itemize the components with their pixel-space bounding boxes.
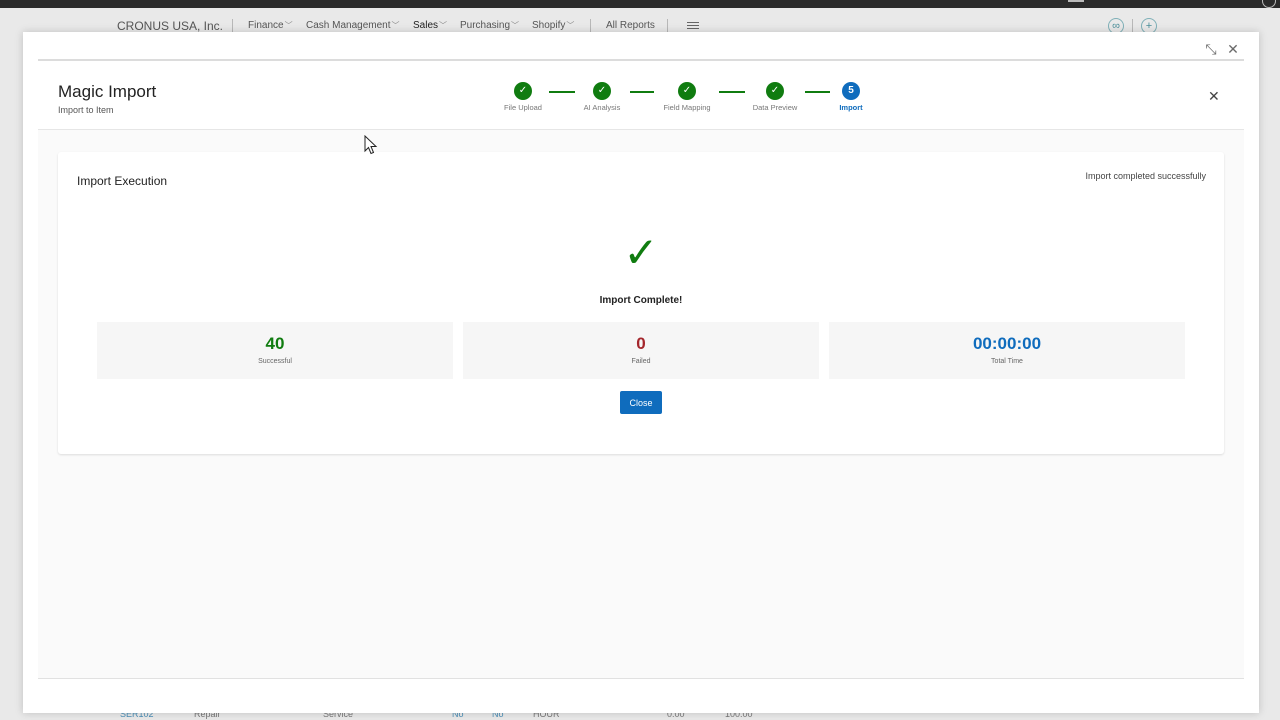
company-name[interactable]: CRONUS USA, Inc. <box>117 19 223 33</box>
nav-item-purchasing[interactable]: Purchasing﹀ <box>460 20 519 31</box>
nav-item-all-reports[interactable]: All Reports <box>606 20 655 31</box>
check-icon: ✓ <box>678 82 696 100</box>
stat-total-time: 00:00:00 Total Time <box>829 322 1185 379</box>
wizard-header: Magic Import Import to Item ✓ File Uploa… <box>38 62 1244 130</box>
card-title: Import Execution <box>77 174 168 188</box>
help-icon[interactable] <box>1262 0 1276 8</box>
hamburger-menu-icon[interactable] <box>687 20 699 31</box>
step-file-upload[interactable]: ✓ File Upload <box>478 82 568 112</box>
successful-label: Successful <box>258 358 292 365</box>
success-check-icon: ✓ <box>623 228 659 277</box>
step-number: 5 <box>842 82 860 100</box>
check-icon: ✓ <box>514 82 532 100</box>
stat-failed: 0 Failed <box>463 322 819 379</box>
dialog-content: Magic Import Import to Item ✓ File Uploa… <box>38 62 1244 678</box>
nav-item-sales[interactable]: Sales﹀ <box>413 20 447 31</box>
magic-import-dialog: ⤡ ✕ Magic Import Import to Item ✓ File U… <box>23 32 1259 713</box>
check-icon: ✓ <box>766 82 784 100</box>
mouse-cursor-icon <box>364 135 378 155</box>
status-text: Import completed successfully <box>1085 171 1206 181</box>
nav-item-shopify[interactable]: Shopify﹀ <box>532 20 574 31</box>
step-import[interactable]: 5 Import <box>806 82 896 112</box>
step-label: File Upload <box>504 103 542 112</box>
nav-item-finance[interactable]: Finance﹀ <box>248 20 293 31</box>
system-bar-mark <box>1068 0 1084 2</box>
close-button[interactable]: Close <box>620 391 662 414</box>
import-complete-heading: Import Complete! <box>599 295 683 306</box>
dialog-header-divider <box>38 59 1244 61</box>
failed-count: 0 <box>636 334 646 353</box>
collapse-icon[interactable]: ⤡ <box>1204 42 1218 56</box>
page-title: Magic Import <box>58 82 157 101</box>
chevron-down-icon: ﹀ <box>391 21 400 30</box>
chevron-down-icon: ﹀ <box>284 21 293 30</box>
stat-successful: 40 Successful <box>97 322 453 379</box>
step-field-mapping[interactable]: ✓ Field Mapping <box>642 82 732 112</box>
step-label: Import <box>839 103 863 112</box>
nav-item-cash-management[interactable]: Cash Management﹀ <box>306 20 400 31</box>
top-system-bar <box>0 0 1280 8</box>
step-label: AI Analysis <box>583 103 621 112</box>
check-icon: ✓ <box>593 82 611 100</box>
chevron-down-icon: ﹀ <box>511 21 520 30</box>
failed-label: Failed <box>631 358 651 365</box>
page-subtitle: Import to Item <box>58 105 114 115</box>
import-execution-card: Import Execution Import completed succes… <box>58 152 1224 454</box>
dialog-footer-divider <box>38 678 1244 679</box>
total-time-label: Total Time <box>991 358 1023 365</box>
chevron-down-icon: ﹀ <box>566 21 575 30</box>
close-icon[interactable]: ✕ <box>1208 89 1220 103</box>
total-time-value: 00:00:00 <box>972 334 1042 353</box>
chevron-down-icon: ﹀ <box>439 21 448 30</box>
successful-count: 40 <box>265 334 285 353</box>
step-ai-analysis[interactable]: ✓ AI Analysis <box>557 82 647 112</box>
step-label: Field Mapping <box>663 103 711 112</box>
close-icon[interactable]: ✕ <box>1226 42 1240 56</box>
